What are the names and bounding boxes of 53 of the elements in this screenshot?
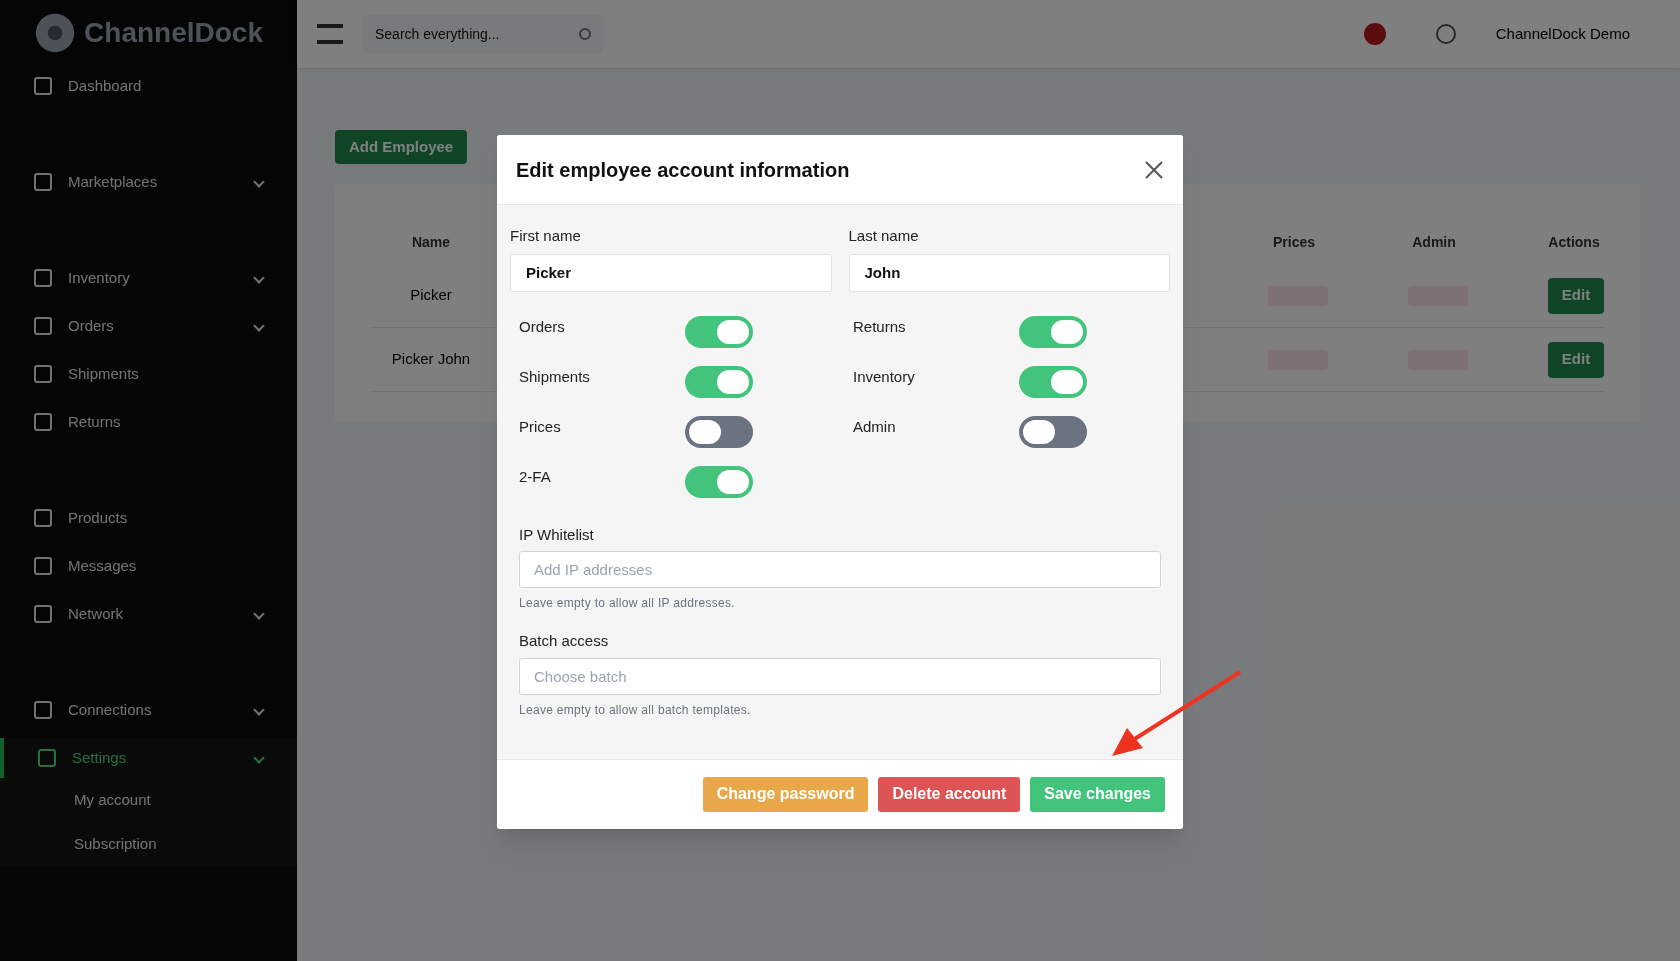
sidebar-item[interactable]: Marketplaces [0, 162, 297, 202]
sidebar-item[interactable]: Inventory [0, 258, 297, 298]
column-header: Name [410, 232, 452, 252]
sidebar-item[interactable]: Messages [0, 546, 297, 586]
sidebar-item[interactable]: Settings [0, 738, 297, 778]
sidebar-item[interactable]: Shipments [0, 354, 297, 394]
field-label: Last name [848, 226, 920, 246]
sidebar-item[interactable]: Network [0, 594, 297, 634]
toggle-switch[interactable] [1019, 415, 1087, 448]
search-field[interactable]: Search everything... [363, 15, 603, 53]
close-icon[interactable] [1144, 159, 1164, 180]
sidebar-item[interactable]: Orders [0, 306, 297, 346]
submenu-item[interactable]: My account [0, 778, 297, 822]
toggle-label: Inventory [853, 367, 916, 388]
table-cell-text: Picker [409, 285, 453, 306]
toggle-switch[interactable] [685, 415, 753, 448]
sidebar-item[interactable]: Dashboard [0, 66, 297, 106]
table-cell-text: Picker John [390, 349, 472, 370]
field-label: Batch access [519, 631, 610, 651]
column-header: Prices [1271, 232, 1316, 252]
input-field[interactable]: Choose batch [519, 657, 1161, 695]
footer-button[interactable]: Delete account [878, 776, 1021, 812]
toggle-switch[interactable] [1019, 315, 1087, 348]
user-name[interactable]: ChannelDock Demo [1495, 22, 1630, 46]
toggle-label: Prices [519, 417, 562, 438]
sidebar-item[interactable]: Returns [0, 402, 297, 442]
toggle-label: Shipments [519, 367, 591, 388]
column-header: Admin [1411, 232, 1457, 252]
input-field[interactable]: Add IP addresses [519, 551, 1161, 588]
hint-text: Leave empty to allow all IP addresses. [519, 595, 736, 612]
toggle-switch[interactable] [1019, 365, 1087, 398]
input-field[interactable]: Picker [510, 253, 832, 292]
footer-button[interactable]: Save changes [1030, 776, 1165, 812]
add-employee-button[interactable]: Add Employee [335, 130, 468, 164]
column-header: Actions [1547, 232, 1601, 252]
edit-button[interactable]: Edit [1548, 341, 1604, 378]
field-label: First name [510, 226, 582, 246]
toggle-label: Admin [853, 417, 897, 438]
logo-text: ChannelDock [84, 16, 263, 50]
submenu-item[interactable]: Subscription [0, 822, 297, 866]
hint-text: Leave empty to allow all batch templates. [519, 701, 752, 719]
toggle-switch[interactable] [685, 365, 753, 398]
toggle-switch[interactable] [685, 315, 753, 348]
toggle-label: Orders [519, 317, 566, 338]
field-label: IP Whitelist [519, 524, 595, 545]
toggle-switch[interactable] [685, 465, 753, 498]
sidebar-item[interactable]: Products [0, 498, 297, 538]
edit-button[interactable]: Edit [1548, 277, 1604, 314]
toggle-label: Returns [853, 317, 907, 338]
input-field[interactable]: John [848, 253, 1170, 292]
dialog-title: Edit employee account information [516, 157, 850, 183]
sidebar-item[interactable]: Connections [0, 690, 297, 730]
toggle-label: 2-FA [519, 467, 552, 488]
